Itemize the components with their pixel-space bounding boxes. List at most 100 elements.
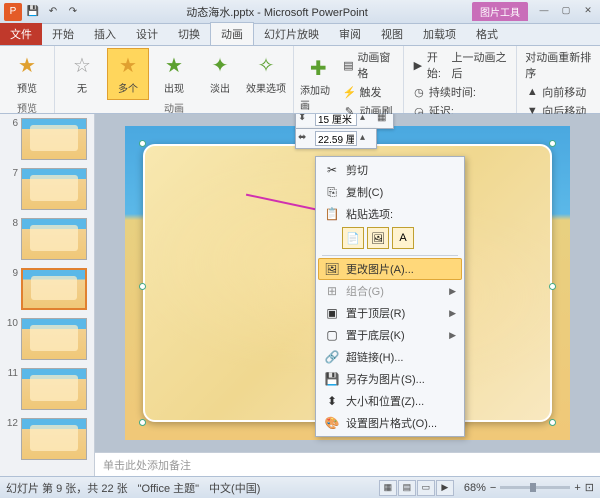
ribbon-group-timing: ▶开始:上一动画之后 ◷持续时间: ◶延迟: 计时 [404,46,517,113]
anim-fadeout-button[interactable]: ✦淡出 [199,48,241,100]
thumbnail[interactable]: 12 [4,418,90,460]
reading-view-button[interactable]: ▭ [417,480,435,496]
save-icon[interactable]: 💾 [24,3,42,21]
ctx-save-as-picture[interactable]: 💾另存为图片(S)... [318,368,462,390]
width-input[interactable] [315,131,357,146]
tab-insert[interactable]: 插入 [84,23,126,45]
resize-handle[interactable] [139,419,146,426]
tab-design[interactable]: 设计 [126,23,168,45]
paste-option-1[interactable]: 📄 [342,227,364,249]
tab-home[interactable]: 开始 [42,23,84,45]
resize-handle[interactable] [549,283,556,290]
mini-toolbar: ⬍ ▴ ▦ [295,114,394,129]
submenu-arrow-icon: ▶ [449,308,456,319]
maximize-button[interactable]: ▢ [558,5,574,19]
thumbnail-slide[interactable] [21,368,87,410]
anim-appear-button[interactable]: ★出现 [153,48,195,100]
tab-slideshow[interactable]: 幻灯片放映 [254,23,329,45]
tab-view[interactable]: 视图 [371,23,413,45]
ppt-icon[interactable]: P [4,3,22,21]
status-slide-number: 幻灯片 第 9 张，共 22 张 [6,480,128,496]
zoom-level[interactable]: 68% [464,482,486,494]
ctx-format-picture[interactable]: 🎨设置图片格式(O)... [318,412,462,434]
resize-handle[interactable] [549,140,556,147]
duration-row[interactable]: ◷持续时间: [410,83,510,101]
tab-file[interactable]: 文件 [0,23,42,45]
star-icon: ★ [116,54,140,78]
thumbnail-active[interactable]: 9 [4,268,90,310]
width-icon: ⬌ [298,132,312,146]
tab-format[interactable]: 格式 [466,23,508,45]
close-button[interactable]: ✕ [580,5,596,19]
preview-icon: ★ [15,54,39,78]
add-animation-button[interactable]: ✚添加动画 [300,58,336,110]
fit-button[interactable]: ⊡ [585,481,594,494]
thumbnail[interactable]: 10 [4,318,90,360]
ribbon-group-animation: ☆无 ★多个 ★出现 ✦淡出 ✧效果选项 动画 [55,46,294,113]
resize-handle[interactable] [139,140,146,147]
sorter-view-button[interactable]: ▤ [398,480,416,496]
thumbnail[interactable]: 6 [4,118,90,160]
thumbnail-slide[interactable] [21,418,87,460]
ctx-send-back[interactable]: ▢置于底层(K)▶ [318,324,462,346]
resize-handle[interactable] [549,419,556,426]
ctx-change-picture[interactable]: 🖼更改图片(A)... [318,258,462,280]
thumbnail-slide[interactable] [21,268,87,310]
zoom-out-button[interactable]: − [490,482,496,494]
reorder-title: 对动画重新排序 [523,48,594,82]
animation-pane-button[interactable]: ▤动画窗格 [340,48,396,82]
normal-view-button[interactable]: ▦ [379,480,397,496]
zoom-slider-thumb[interactable] [530,483,536,492]
ctx-hyperlink[interactable]: 🔗超链接(H)... [318,346,462,368]
ctx-copy[interactable]: ⎘复制(C) [318,181,462,203]
effect-options-button[interactable]: ✧效果选项 [245,48,287,100]
tab-review[interactable]: 审阅 [329,23,371,45]
plus-star-icon: ✚ [306,56,330,80]
anim-none-button[interactable]: ☆无 [61,48,103,100]
context-menu: ✂剪切 ⎘复制(C) 📋粘贴选项: 📄 🖼 A 🖼更改图片(A)... ⊞组合(… [315,156,465,437]
undo-icon[interactable]: ↶ [44,3,62,21]
paste-option-3[interactable]: A [392,227,414,249]
submenu-arrow-icon: ▶ [449,330,456,341]
move-earlier-button[interactable]: ▲向前移动 [523,83,594,101]
slide-edit-area[interactable]: ⬍ ▴ ▦ ⬌ ▴ ✂剪切 ⎘复制(C) 📋粘贴选项: 📄 🖼 A [95,114,600,452]
minimize-button[interactable]: — [536,5,552,19]
link-icon: 🔗 [324,349,340,365]
picture-icon: 🖼 [324,261,340,277]
zoom-slider[interactable] [500,486,570,489]
ctx-size-position[interactable]: ⬍大小和位置(Z)... [318,390,462,412]
redo-icon[interactable]: ↷ [64,3,82,21]
group-icon: ⊞ [324,283,340,299]
anim-multiple-button[interactable]: ★多个 [107,48,149,100]
slide-thumbnails[interactable]: 6 7 8 9 10 11 12 [0,114,95,476]
thumbnail[interactable]: 8 [4,218,90,260]
notes-pane[interactable]: 单击此处添加备注 [95,452,600,476]
zoom-in-button[interactable]: + [574,482,580,494]
tab-transitions[interactable]: 切换 [168,23,210,45]
status-language[interactable]: 中文(中国) [209,480,260,496]
thumbnail-slide[interactable] [21,118,87,160]
height-input[interactable] [315,114,357,126]
paste-option-2[interactable]: 🖼 [367,227,389,249]
trigger-button[interactable]: ⚡触发 [340,83,396,101]
spinner-icon[interactable]: ▴ [360,114,374,126]
ctx-bring-front[interactable]: ▣置于顶层(R)▶ [318,302,462,324]
thumbnail[interactable]: 11 [4,368,90,410]
thumbnail-slide[interactable] [21,168,87,210]
thumbnail-slide[interactable] [21,318,87,360]
tab-animations[interactable]: 动画 [210,22,254,45]
thumbnail-slide[interactable] [21,218,87,260]
clock-icon: ◷ [412,85,426,99]
resize-handle[interactable] [139,283,146,290]
ctx-group: ⊞组合(G)▶ [318,280,462,302]
tab-addins[interactable]: 加载项 [413,23,466,45]
slideshow-view-button[interactable]: ▶ [436,480,454,496]
crop-icon[interactable]: ▦ [377,114,391,126]
play-icon: ▶ [412,58,424,72]
ctx-cut[interactable]: ✂剪切 [318,159,462,181]
title-bar: P 💾 ↶ ↷ 动态海水.pptx - Microsoft PowerPoint… [0,0,600,24]
spinner-icon[interactable]: ▴ [360,132,374,146]
preview-button[interactable]: ★ 预览 [6,48,48,100]
thumbnail[interactable]: 7 [4,168,90,210]
start-row[interactable]: ▶开始:上一动画之后 [410,48,510,82]
